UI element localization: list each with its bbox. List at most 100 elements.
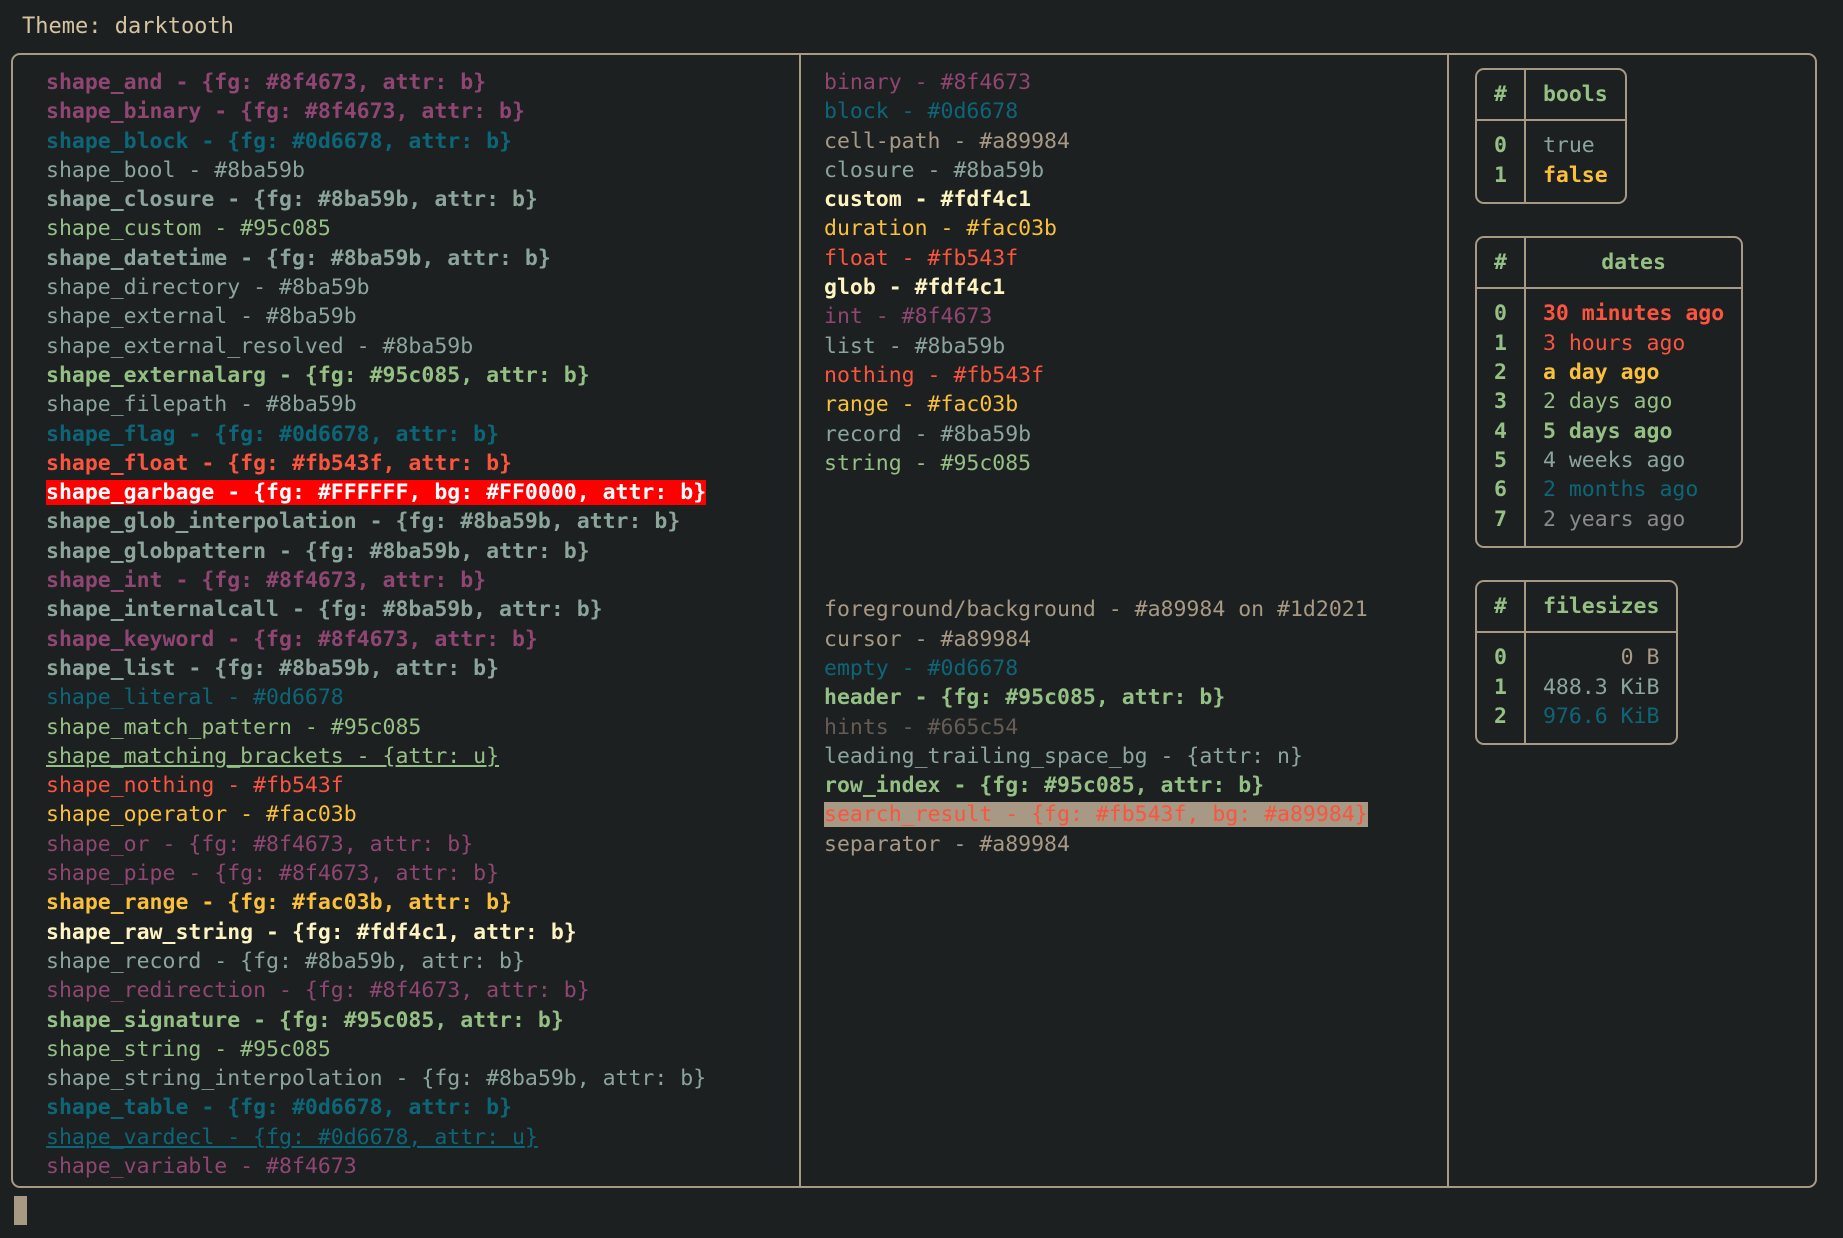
- row-index-cell: 0: [1477, 632, 1525, 672]
- column-spacer: [824, 537, 1447, 566]
- theme-entry-text: shape_literal - #0d6678: [46, 685, 344, 710]
- theme-entry: shape_custom - #95c085: [46, 214, 799, 243]
- theme-entry: shape_redirection - {fg: #8f4673, attr: …: [46, 976, 799, 1005]
- row-value-cell: 2 years ago: [1525, 505, 1741, 546]
- row-index-cell: 2: [1477, 358, 1525, 387]
- theme-entry-text: nothing - #fb543f: [824, 363, 1044, 388]
- theme-entry: shape_closure - {fg: #8ba59b, attr: b}: [46, 185, 799, 214]
- row-index-cell: 3: [1477, 387, 1525, 416]
- row-index-cell: 2: [1477, 702, 1525, 743]
- row-value-cell: 30 minutes ago: [1525, 288, 1741, 328]
- row-value-cell: 0 B: [1525, 632, 1677, 672]
- theme-entry: closure - #8ba59b: [824, 156, 1447, 185]
- theme-entry-text: shape_match_pattern - #95c085: [46, 715, 421, 740]
- theme-entry-text: shape_string_interpolation - {fg: #8ba59…: [46, 1066, 706, 1091]
- theme-entry: shape_garbage - {fg: #FFFFFF, bg: #FF000…: [46, 478, 799, 507]
- theme-entry: foreground/background - #a89984 on #1d20…: [824, 595, 1447, 624]
- row-index-cell: 4: [1477, 417, 1525, 446]
- theme-entry: shape_float - {fg: #fb543f, attr: b}: [46, 449, 799, 478]
- theme-entry: shape_nothing - #fb543f: [46, 771, 799, 800]
- theme-entry: row_index - {fg: #95c085, attr: b}: [824, 771, 1447, 800]
- theme-entry-text: leading_trailing_space_bg - {attr: n}: [824, 744, 1303, 769]
- theme-entry: shape_external - #8ba59b: [46, 302, 799, 331]
- theme-entry: shape_block - {fg: #0d6678, attr: b}: [46, 127, 799, 156]
- theme-entry-text: custom - #fdf4c1: [824, 187, 1031, 212]
- table-row: 72 years ago: [1477, 505, 1741, 546]
- types-and-ui-column: binary - #8f4673block - #0d6678cell-path…: [799, 55, 1447, 1186]
- theme-entry: search_result - {fg: #fb543f, bg: #a8998…: [824, 800, 1447, 829]
- theme-entry-text: shape_external_resolved - #8ba59b: [46, 334, 473, 359]
- table-row: 1488.3 KiB: [1477, 673, 1676, 702]
- theme-entry: shape_and - {fg: #8f4673, attr: b}: [46, 68, 799, 97]
- table-header-row: #filesizes: [1477, 582, 1676, 632]
- column-header-index: #: [1477, 582, 1525, 632]
- terminal-cursor: [14, 1196, 27, 1225]
- theme-entry: shape_external_resolved - #8ba59b: [46, 332, 799, 361]
- theme-entry: shape_externalarg - {fg: #95c085, attr: …: [46, 361, 799, 390]
- column-header-value: bools: [1525, 70, 1625, 120]
- theme-entry-text: shape_int - {fg: #8f4673, attr: b}: [46, 568, 486, 593]
- row-value-cell: 4 weeks ago: [1525, 446, 1741, 475]
- theme-entry: nothing - #fb543f: [824, 361, 1447, 390]
- theme-entry-text: shape_external - #8ba59b: [46, 304, 357, 329]
- theme-entry-text: shape_record - {fg: #8ba59b, attr: b}: [46, 949, 525, 974]
- theme-entry-text: shape_signature - {fg: #95c085, attr: b}: [46, 1008, 564, 1033]
- theme-entry: shape_record - {fg: #8ba59b, attr: b}: [46, 947, 799, 976]
- row-index-cell: 6: [1477, 475, 1525, 504]
- theme-entry: cursor - #a89984: [824, 625, 1447, 654]
- column-spacer: [824, 478, 1447, 507]
- table-row: 32 days ago: [1477, 387, 1741, 416]
- theme-entry: separator - #a89984: [824, 830, 1447, 859]
- theme-entry: shape_datetime - {fg: #8ba59b, attr: b}: [46, 244, 799, 273]
- table-row: 2976.6 KiB: [1477, 702, 1676, 743]
- theme-entry: shape_operator - #fac03b: [46, 800, 799, 829]
- theme-entry: shape_internalcall - {fg: #8ba59b, attr:…: [46, 595, 799, 624]
- terminal-screen: Theme: darktooth shape_and - {fg: #8f467…: [0, 0, 1843, 1238]
- theme-entry-text: shape_and - {fg: #8f4673, attr: b}: [46, 70, 486, 95]
- theme-entry-text: shape_vardecl - {fg: #0d6678, attr: u}: [46, 1125, 538, 1150]
- column-header-value: filesizes: [1525, 582, 1677, 632]
- theme-preview-panel: shape_and - {fg: #8f4673, attr: b} shape_…: [11, 53, 1817, 1188]
- theme-entry-text: shape_range - {fg: #fac03b, attr: b}: [46, 890, 512, 915]
- theme-entry-text: shape_operator - #fac03b: [46, 802, 357, 827]
- theme-entry-text: closure - #8ba59b: [824, 158, 1044, 183]
- theme-entry: shape_literal - #0d6678: [46, 683, 799, 712]
- theme-entry-text: search_result - {fg: #fb543f, bg: #a8998…: [824, 802, 1368, 827]
- table-row: 13 hours ago: [1477, 329, 1741, 358]
- theme-entry-text: duration - #fac03b: [824, 216, 1057, 241]
- theme-entry: shape_globpattern - {fg: #8ba59b, attr: …: [46, 537, 799, 566]
- row-value-cell: 2 months ago: [1525, 475, 1741, 504]
- theme-entry-text: shape_redirection - {fg: #8f4673, attr: …: [46, 978, 590, 1003]
- theme-entry-text: shape_table - {fg: #0d6678, attr: b}: [46, 1095, 512, 1120]
- theme-entry: shape_raw_string - {fg: #fdf4c1, attr: b…: [46, 918, 799, 947]
- table-row: 00 B: [1477, 632, 1676, 672]
- row-value-cell: 2 days ago: [1525, 387, 1741, 416]
- theme-entry-text: hints - #665c54: [824, 715, 1018, 740]
- row-value-cell: 5 days ago: [1525, 417, 1741, 446]
- theme-entry-text: shape_nothing - #fb543f: [46, 773, 344, 798]
- theme-entry-text: cell-path - #a89984: [824, 129, 1070, 154]
- theme-entry-text: range - #fac03b: [824, 392, 1018, 417]
- theme-entry-text: shape_garbage - {fg: #FFFFFF, bg: #FF000…: [46, 480, 706, 505]
- column-header-index: #: [1477, 70, 1525, 120]
- theme-entry: shape_bool - #8ba59b: [46, 156, 799, 185]
- theme-entry: binary - #8f4673: [824, 68, 1447, 97]
- theme-entry: shape_keyword - {fg: #8f4673, attr: b}: [46, 625, 799, 654]
- theme-entry: shape_vardecl - {fg: #0d6678, attr: u}: [46, 1123, 799, 1152]
- theme-entry: shape_string - #95c085: [46, 1035, 799, 1064]
- table-row: 54 weeks ago: [1477, 446, 1741, 475]
- theme-entry-text: list - #8ba59b: [824, 334, 1005, 359]
- theme-entry-text: shape_block - {fg: #0d6678, attr: b}: [46, 129, 512, 154]
- theme-entry: shape_filepath - #8ba59b: [46, 390, 799, 419]
- theme-entry: shape_matching_brackets - {attr: u}: [46, 742, 799, 771]
- theme-entry-text: shape_datetime - {fg: #8ba59b, attr: b}: [46, 246, 551, 271]
- row-value-cell: a day ago: [1525, 358, 1741, 387]
- theme-entry: range - #fac03b: [824, 390, 1447, 419]
- theme-entry-text: string - #95c085: [824, 451, 1031, 476]
- theme-entry-text: shape_filepath - #8ba59b: [46, 392, 357, 417]
- table-row: 45 days ago: [1477, 417, 1741, 446]
- theme-entry-text: row_index - {fg: #95c085, attr: b}: [824, 773, 1264, 798]
- theme-entry-text: shape_externalarg - {fg: #95c085, attr: …: [46, 363, 590, 388]
- row-index-cell: 0: [1477, 288, 1525, 328]
- theme-entry: leading_trailing_space_bg - {attr: n}: [824, 742, 1447, 771]
